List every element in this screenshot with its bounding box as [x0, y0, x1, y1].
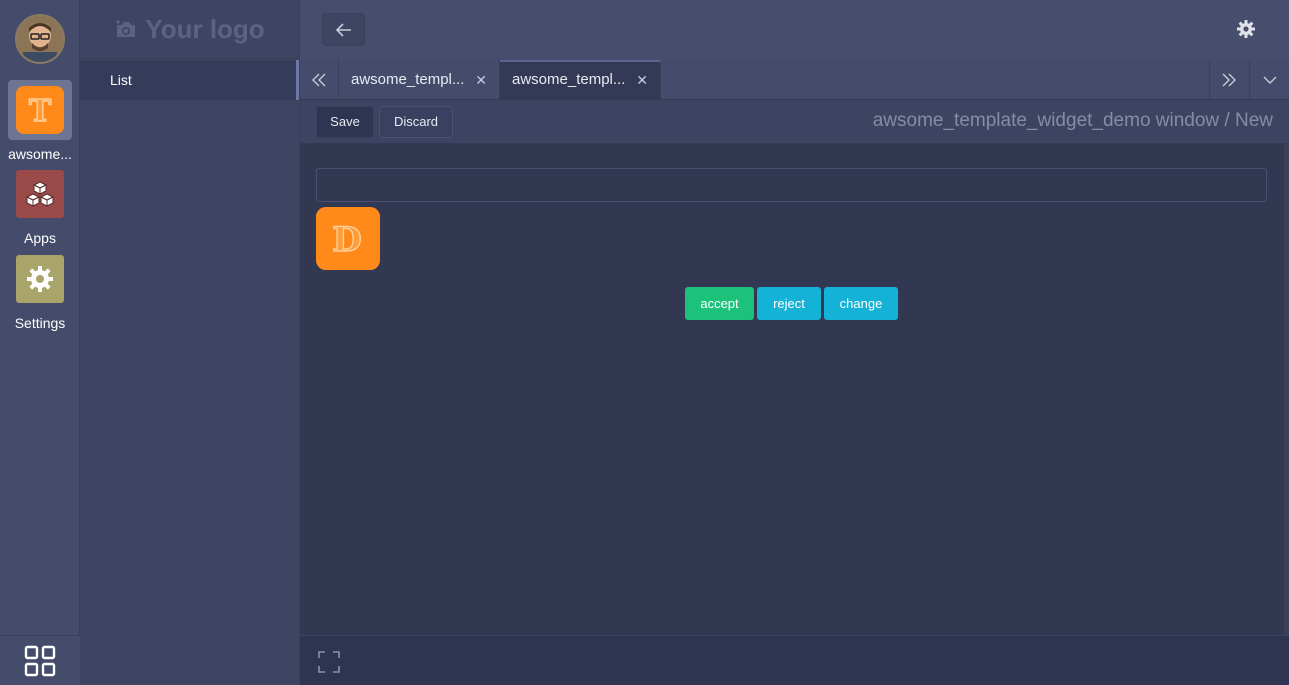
accept-button[interactable]: accept: [685, 287, 754, 320]
settings-gear-icon[interactable]: [1235, 18, 1257, 40]
camera-icon: [116, 20, 136, 37]
logo-text: Your logo: [145, 13, 265, 44]
tab-label: awsome_templ...: [351, 71, 465, 88]
arrow-left-icon: [335, 22, 351, 37]
gear-icon: [16, 255, 64, 303]
back-button[interactable]: [322, 13, 365, 46]
logo: Your logo: [80, 0, 300, 59]
tab-label: awsome_templ...: [512, 71, 626, 88]
rail-app-label: Apps: [24, 230, 56, 246]
cubes-icon: [16, 170, 64, 218]
double-chevron-left-icon: [312, 73, 326, 87]
close-icon[interactable]: ✕: [475, 60, 487, 100]
form-toolbar: Save Discard awsome_template_widget_demo…: [300, 100, 1289, 144]
vertical-scrollbar[interactable]: [1284, 144, 1289, 635]
d-widget-icon[interactable]: D: [316, 207, 380, 270]
rail-app-settings[interactable]: Settings: [0, 255, 80, 335]
app-grid-button[interactable]: [0, 635, 80, 685]
tab-bar: awsome_templ... ✕ awsome_templ... ✕: [300, 60, 1289, 100]
discard-button[interactable]: Discard: [379, 106, 453, 138]
secondary-sidebar: Your logo List: [80, 0, 300, 685]
fullscreen-icon[interactable]: [318, 651, 340, 673]
tab-scroll-left-button[interactable]: [300, 60, 339, 100]
chevron-down-icon: [1263, 76, 1276, 84]
footer-bar: [300, 635, 1289, 685]
top-bar: [300, 0, 1289, 60]
rail-app-apps[interactable]: Apps: [0, 170, 80, 250]
tab-awsome-template-1[interactable]: awsome_templ... ✕: [339, 60, 500, 100]
avatar-image: [17, 16, 63, 62]
close-icon[interactable]: ✕: [636, 62, 648, 98]
tab-scroll-right-button[interactable]: [1209, 60, 1248, 100]
reject-button[interactable]: reject: [757, 287, 821, 320]
t-app-icon: T: [16, 86, 64, 134]
user-avatar[interactable]: [15, 14, 65, 64]
text-field[interactable]: [316, 168, 1267, 202]
app-rail: T awsome... Apps Settings: [0, 0, 80, 685]
rail-app-label: awsome...: [8, 146, 72, 162]
double-chevron-right-icon: [1222, 73, 1236, 87]
breadcrumb: awsome_template_widget_demo window / New: [872, 110, 1273, 131]
sidebar-item-list[interactable]: List: [80, 60, 299, 100]
rail-app-label: Settings: [14, 315, 66, 331]
form-view: D accept reject change: [300, 144, 1289, 635]
grid-icon: [24, 645, 56, 677]
rail-app-awesome[interactable]: T awsome...: [0, 80, 80, 165]
save-button[interactable]: Save: [316, 106, 374, 138]
tab-list-dropdown[interactable]: [1249, 60, 1289, 100]
svg-text:T: T: [29, 94, 52, 129]
change-button[interactable]: change: [824, 287, 898, 320]
tab-awsome-template-2[interactable]: awsome_templ... ✕: [500, 60, 661, 100]
d-letter: D: [332, 220, 361, 260]
